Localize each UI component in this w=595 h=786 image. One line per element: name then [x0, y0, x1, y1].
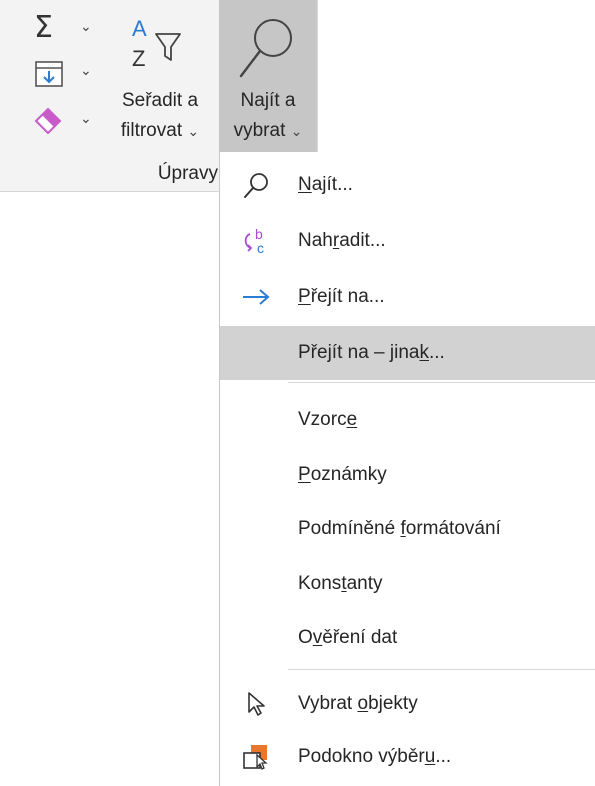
menu-item-select-objects[interactable]: Vybrat objekty	[220, 677, 595, 731]
svg-text:Z: Z	[132, 46, 145, 71]
chevron-down-icon: ⌄	[187, 123, 200, 139]
menu-item-data-validation[interactable]: Ověření dat	[220, 611, 595, 665]
chevron-down-icon: ⌄	[80, 18, 92, 34]
sort-filter-label-1: Seřadit a	[121, 90, 199, 111]
chevron-down-icon: ⌄	[80, 110, 92, 126]
menu-separator	[288, 669, 595, 670]
menu-item-formulas[interactable]: Vzorce	[220, 393, 595, 447]
sort-filter-button[interactable]: A Z Seřadit a filtrovat ⌄	[102, 0, 218, 152]
eraser-icon	[34, 107, 62, 134]
menu-item-label: Vybrat objekty	[298, 693, 418, 714]
menu-item-conditional-formatting[interactable]: Podmíněné formátování	[220, 502, 595, 556]
menu-item-replace[interactable]: b c Nahradit...	[220, 214, 595, 268]
menu-item-find[interactable]: Najít...	[220, 158, 595, 212]
selection-pane-icon	[240, 740, 272, 774]
find-select-label-2: vybrat	[233, 120, 286, 141]
menu-item-label: Ověření dat	[298, 627, 398, 648]
fill-button[interactable]: ⌄	[32, 60, 102, 90]
menu-item-selection-pane[interactable]: Podokno výběru...	[220, 730, 595, 784]
menu-item-label: Přejít na – jinak...	[298, 342, 445, 363]
menu-item-constants[interactable]: Konstanty	[220, 557, 595, 611]
menu-item-label: Najít...	[298, 174, 353, 195]
svg-text:c: c	[257, 240, 264, 256]
sigma-icon: Σ	[34, 10, 53, 45]
menu-item-label: Poznámky	[298, 464, 387, 485]
chevron-down-icon: ⌄	[80, 62, 92, 78]
arrow-right-icon	[240, 280, 272, 314]
clear-button[interactable]: ⌄	[32, 104, 102, 138]
menu-item-go-to-special[interactable]: Přejít na – jinak...	[220, 326, 595, 380]
menu-item-go-to[interactable]: Přejít na...	[220, 270, 595, 324]
ribbon-divider	[0, 191, 220, 192]
search-icon	[240, 168, 272, 202]
find-select-label-1: Najít a	[240, 90, 296, 111]
menu-item-label: Nahradit...	[298, 230, 386, 251]
find-select-button[interactable]: Najít a vybrat ⌄	[219, 0, 317, 152]
svg-text:A: A	[132, 16, 147, 41]
menu-item-label: Konstanty	[298, 573, 383, 594]
find-select-menu: Najít... b c Nahradit... Přejít na... Př…	[219, 152, 595, 786]
group-label-upravy: Úpravy	[157, 163, 218, 184]
sort-filter-label-2-row: filtrovat ⌄	[102, 118, 218, 144]
search-icon	[239, 19, 292, 78]
sort-filter-icon: A Z	[132, 16, 181, 71]
sort-filter-label-2: filtrovat	[120, 120, 183, 141]
replace-icon: b c	[240, 224, 272, 258]
menu-item-notes[interactable]: Poznámky	[220, 448, 595, 502]
menu-item-label: Podmíněné formátování	[298, 518, 501, 539]
select-objects-icon	[240, 687, 272, 721]
menu-separator	[288, 382, 595, 383]
menu-item-label: Podokno výběru...	[298, 746, 452, 767]
menu-item-label: Přejít na...	[298, 286, 385, 307]
find-select-label-2-row: vybrat ⌄	[219, 118, 317, 144]
chevron-down-icon: ⌄	[290, 123, 303, 139]
fill-down-icon	[35, 61, 63, 87]
menu-item-label: Vzorce	[298, 409, 358, 430]
autosum-button[interactable]: Σ ⌄	[32, 10, 102, 48]
